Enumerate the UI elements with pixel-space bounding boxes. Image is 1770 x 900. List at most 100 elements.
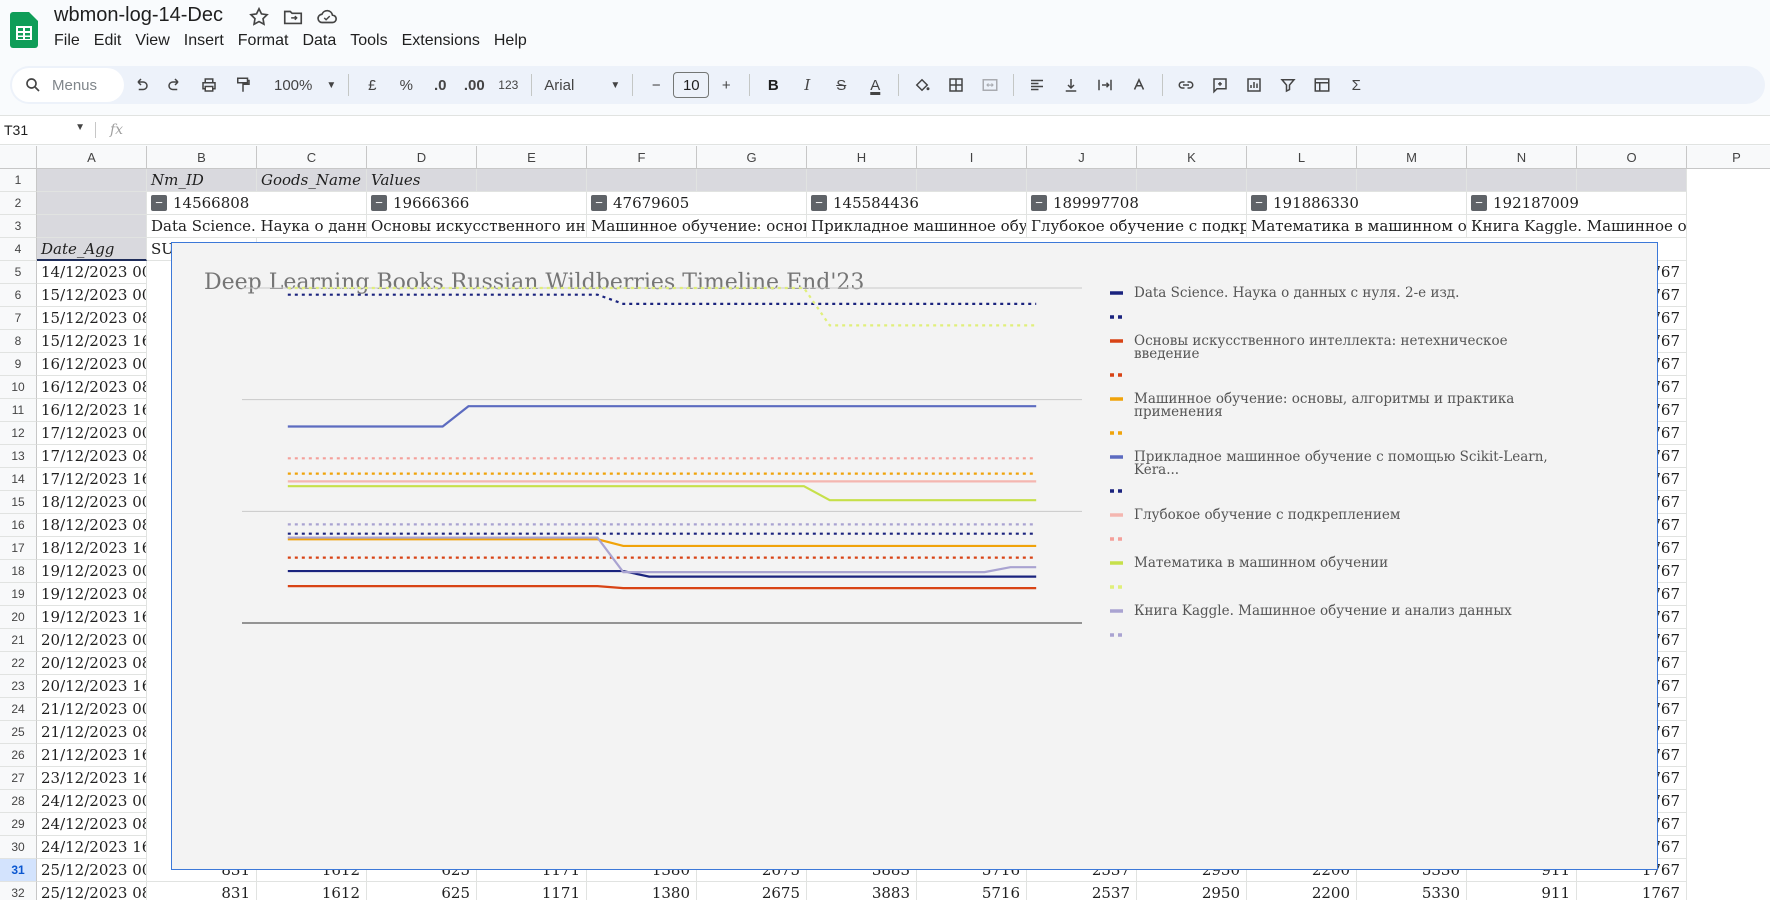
row-header-7[interactable]: 7 — [0, 307, 37, 330]
cell-d1[interactable]: Values — [367, 169, 477, 192]
date-cell[interactable]: 16/12/2023 00 — [37, 353, 147, 376]
text-rotation-button[interactable] — [1124, 70, 1154, 100]
italic-button[interactable]: I — [792, 70, 822, 100]
header-band-cell[interactable] — [1137, 169, 1247, 192]
date-cell[interactable]: 17/12/2023 16 — [37, 468, 147, 491]
insert-comment-button[interactable] — [1205, 70, 1235, 100]
date-cell[interactable]: 23/12/2023 16 — [37, 767, 147, 790]
row-header-5[interactable]: 5 — [0, 261, 37, 284]
column-header-k[interactable]: K — [1137, 146, 1247, 169]
redo-button[interactable] — [160, 70, 190, 100]
date-cell[interactable]: 16/12/2023 16 — [37, 399, 147, 422]
value-cell[interactable]: 2950 — [1137, 882, 1247, 900]
more-formats-button[interactable]: 123 — [493, 70, 523, 100]
value-cell[interactable]: 5330 — [1357, 882, 1467, 900]
font-size-input[interactable]: 10 — [673, 72, 710, 98]
increase-decimal-button[interactable]: .00 — [459, 70, 489, 100]
row-header-17[interactable]: 17 — [0, 537, 37, 560]
row-header-20[interactable]: 20 — [0, 606, 37, 629]
row-header-1[interactable]: 1 — [0, 169, 37, 192]
star-icon[interactable] — [248, 6, 270, 28]
collapse-group-icon[interactable]: − — [1031, 195, 1047, 211]
menu-tools[interactable]: Tools — [350, 32, 397, 50]
collapse-group-icon[interactable]: − — [1471, 195, 1487, 211]
date-cell[interactable]: 15/12/2023 16 — [37, 330, 147, 353]
date-cell[interactable]: 15/12/2023 00 — [37, 284, 147, 307]
menu-view[interactable]: View — [135, 32, 179, 50]
date-cell[interactable]: 24/12/2023 16 — [37, 836, 147, 859]
value-cell[interactable]: 1171 — [477, 882, 587, 900]
nm-id-cell[interactable]: −189997708 — [1027, 192, 1247, 215]
column-header-m[interactable]: M — [1357, 146, 1467, 169]
row-header-28[interactable]: 28 — [0, 790, 37, 813]
row-header-9[interactable]: 9 — [0, 353, 37, 376]
header-band-cell[interactable] — [917, 169, 1027, 192]
header-band-cell[interactable] — [477, 169, 587, 192]
row-header-19[interactable]: 19 — [0, 583, 37, 606]
cell-b1[interactable]: Nm_ID — [147, 169, 257, 192]
goods-name-cell[interactable]: Data Science. Наука о данны — [147, 215, 367, 238]
date-cell[interactable]: 19/12/2023 00 — [37, 560, 147, 583]
column-header-e[interactable]: E — [477, 146, 587, 169]
print-button[interactable] — [194, 70, 224, 100]
date-cell[interactable]: 19/12/2023 08 — [37, 583, 147, 606]
column-header-i[interactable]: I — [917, 146, 1027, 169]
row-header-23[interactable]: 23 — [0, 675, 37, 698]
column-header-p[interactable]: P — [1687, 146, 1770, 169]
column-header-n[interactable]: N — [1467, 146, 1577, 169]
vertical-align-button[interactable] — [1056, 70, 1086, 100]
value-cell[interactable]: 2200 — [1247, 882, 1357, 900]
row-header-27[interactable]: 27 — [0, 767, 37, 790]
row-header-3[interactable]: 3 — [0, 215, 37, 238]
insert-chart-button[interactable] — [1239, 70, 1269, 100]
name-box[interactable]: T31 ▼ — [0, 122, 96, 138]
insert-link-button[interactable] — [1171, 70, 1201, 100]
menu-file[interactable]: File — [54, 32, 90, 50]
cell-a4[interactable]: Date_Agg — [37, 238, 147, 261]
date-cell[interactable]: 19/12/2023 16 — [37, 606, 147, 629]
menu-insert[interactable]: Insert — [184, 32, 234, 50]
date-cell[interactable]: 25/12/2023 08 — [37, 882, 147, 900]
date-cell[interactable]: 20/12/2023 00 — [37, 629, 147, 652]
row-header-30[interactable]: 30 — [0, 836, 37, 859]
decrease-font-size-button[interactable]: − — [641, 70, 671, 100]
row-header-4[interactable]: 4 — [0, 238, 37, 261]
collapse-group-icon[interactable]: − — [371, 195, 387, 211]
functions-button[interactable]: Σ — [1341, 70, 1371, 100]
row-header-29[interactable]: 29 — [0, 813, 37, 836]
row-header-6[interactable]: 6 — [0, 284, 37, 307]
menu-format[interactable]: Format — [238, 32, 299, 50]
header-band-cell[interactable] — [1247, 169, 1357, 192]
text-wrapping-button[interactable] — [1090, 70, 1120, 100]
row-header-14[interactable]: 14 — [0, 468, 37, 491]
bold-button[interactable]: B — [758, 70, 788, 100]
row-header-10[interactable]: 10 — [0, 376, 37, 399]
header-band-cell[interactable] — [37, 169, 147, 192]
value-cell[interactable]: 625 — [367, 882, 477, 900]
value-cell[interactable]: 1380 — [587, 882, 697, 900]
format-currency-button[interactable]: £ — [357, 70, 387, 100]
header-band-cell[interactable] — [1577, 169, 1687, 192]
menu-help[interactable]: Help — [494, 32, 537, 50]
value-cell[interactable]: 5716 — [917, 882, 1027, 900]
nm-id-cell[interactable]: −145584436 — [807, 192, 1027, 215]
nm-id-cell[interactable]: −47679605 — [587, 192, 807, 215]
column-header-l[interactable]: L — [1247, 146, 1357, 169]
row-header-26[interactable]: 26 — [0, 744, 37, 767]
row-header-8[interactable]: 8 — [0, 330, 37, 353]
goods-name-cell[interactable]: Математика в машинном об — [1247, 215, 1467, 238]
row-header-16[interactable]: 16 — [0, 514, 37, 537]
nm-id-cell[interactable]: −191886330 — [1247, 192, 1467, 215]
date-cell[interactable]: 15/12/2023 08 — [37, 307, 147, 330]
column-header-f[interactable]: F — [587, 146, 697, 169]
column-header-h[interactable]: H — [807, 146, 917, 169]
select-all-corner[interactable] — [0, 146, 37, 169]
date-cell[interactable]: 24/12/2023 08 — [37, 813, 147, 836]
header-band-cell[interactable] — [1027, 169, 1137, 192]
date-cell[interactable]: 18/12/2023 00 — [37, 491, 147, 514]
header-band-cell[interactable] — [587, 169, 697, 192]
row-header-21[interactable]: 21 — [0, 629, 37, 652]
header-band-cell[interactable] — [807, 169, 917, 192]
nm-id-cell[interactable]: −19666366 — [367, 192, 587, 215]
date-cell[interactable]: 25/12/2023 00 — [37, 859, 147, 882]
